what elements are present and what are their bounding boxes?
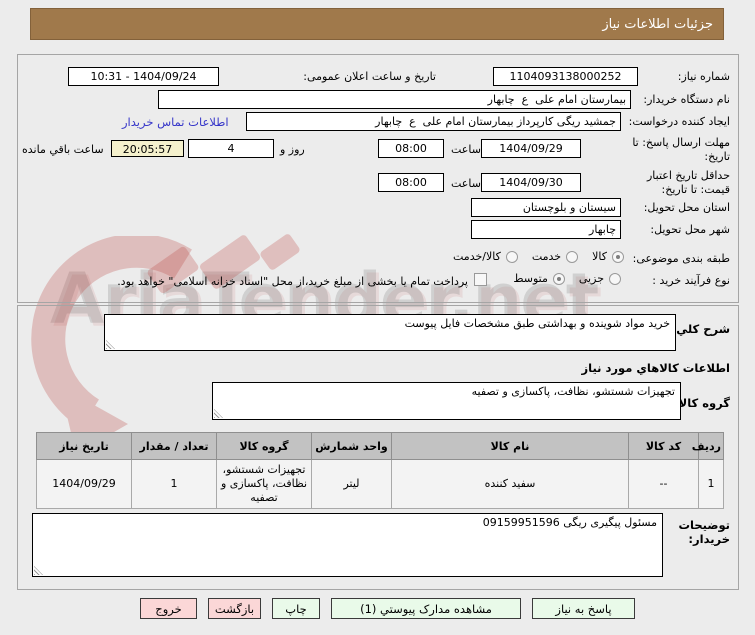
cell-goods-code: --: [628, 459, 699, 509]
respond-to-need-button[interactable]: پاسخ به نیاز: [532, 598, 635, 619]
goods-group-label: گروه کالا:: [674, 396, 730, 410]
reply-deadline-time-input[interactable]: [378, 139, 444, 158]
col-quantity: تعداد / مقدار: [131, 432, 217, 460]
col-goods-code: کد کالا: [628, 432, 699, 460]
announce-datetime-label: تاریخ و ساعت اعلان عمومی:: [303, 70, 436, 83]
back-button[interactable]: بازگشت: [208, 598, 261, 619]
subject-class-options: کالا خدمت کالا/خدمت: [453, 250, 624, 263]
radio-icon[interactable]: [552, 272, 565, 285]
radio-icon[interactable]: [612, 250, 624, 263]
page-title: جزئیات اطلاعات نیاز: [30, 8, 724, 40]
radio-label: متوسط: [513, 272, 548, 285]
buyer-org-label: نام دستگاه خریدار:: [643, 93, 730, 106]
reply-deadline-hour-label: ساعت: [451, 143, 481, 156]
province-input[interactable]: [471, 198, 621, 217]
col-goods-group: گروه کالا: [216, 432, 312, 460]
province-label: استان محل تحویل:: [643, 201, 730, 214]
radio-option-partial[interactable]: جزیی: [579, 272, 621, 285]
treasury-checkbox-label: پرداخت تمام یا بخشی از مبلغ خرید،از محل …: [117, 275, 468, 288]
cell-need-date: 1404/09/29: [36, 459, 132, 509]
announce-datetime-input[interactable]: [68, 67, 219, 86]
radio-icon[interactable]: [566, 250, 579, 263]
radio-label: کالا: [592, 250, 607, 263]
reply-deadline-date-input[interactable]: [481, 139, 581, 158]
radio-icon[interactable]: [505, 250, 518, 263]
request-creator-label: ایجاد کننده درخواست:: [628, 115, 730, 128]
col-count-unit: واحد شمارش: [311, 432, 392, 460]
reply-deadline-label: مهلت ارسال پاسخ: تا تاریخ:: [632, 136, 730, 163]
radio-label: کالا/خدمت: [453, 250, 501, 263]
radio-option-goods[interactable]: کالا: [592, 250, 624, 263]
radio-label: خدمت: [531, 250, 562, 263]
exit-button[interactable]: خروج: [140, 598, 197, 619]
request-creator-input[interactable]: [246, 112, 621, 131]
buyer-notes-textarea[interactable]: مسئول پیگیری ریگی 09159951596: [32, 513, 663, 577]
remaining-days-label: روز و: [280, 143, 305, 156]
cell-goods-group: تجهیزات شستشو، نظافت، پاکسازی و تصفیه: [216, 459, 312, 509]
need-info-groupbox: شماره نیاز: تاریخ و ساعت اعلان عمومی: نا…: [17, 54, 739, 303]
need-details-page: AriaTender.net جزئیات اطلاعات نیاز شماره…: [0, 0, 755, 635]
radio-label: جزیی: [578, 272, 604, 285]
remaining-hours-label: ساعت باقي مانده: [22, 143, 104, 156]
goods-group-textarea[interactable]: تجهیزات شستشو، نظافت، پاکسازی و تصفیه: [212, 382, 681, 420]
buyer-org-input[interactable]: [158, 90, 631, 109]
radio-option-service[interactable]: خدمت: [531, 250, 579, 263]
col-row-number: ردیف: [692, 432, 724, 460]
view-attachments-button[interactable]: مشاهده مدارک پیوستي (1): [331, 598, 521, 619]
cell-goods-name: سفید کننده: [391, 459, 629, 509]
col-need-date: تاریخ نیاز: [36, 432, 132, 460]
buyer-notes-field: مسئول پیگیری ریگی 09159951596: [32, 513, 663, 577]
goods-group-field: تجهیزات شستشو، نظافت، پاکسازی و تصفیه: [212, 382, 681, 420]
radio-option-medium[interactable]: متوسط: [513, 272, 565, 285]
goods-section-title: اطلاعات کالاهاي مورد نیاز: [581, 361, 730, 375]
city-label: شهر محل تحویل:: [650, 223, 730, 236]
action-button-bar: پاسخ به نیاز مشاهده مدارک پیوستي (1) چاپ…: [0, 598, 755, 619]
goods-info-groupbox: شرح کلي نیاز: خرید مواد شوینده و بهداشتی…: [17, 305, 739, 590]
general-desc-textarea[interactable]: خرید مواد شوینده و بهداشتی طبق مشخصات فا…: [104, 314, 676, 351]
radio-option-goods-service[interactable]: کالا/خدمت: [453, 250, 518, 263]
buyer-contact-link[interactable]: اطلاعات تماس خریدار: [122, 115, 229, 129]
price-validity-hour-label: ساعت: [451, 177, 481, 190]
general-desc-field: خرید مواد شوینده و بهداشتی طبق مشخصات فا…: [104, 314, 676, 351]
price-validity-time-input[interactable]: [378, 173, 444, 192]
goods-table-header-row: ردیف کد کالا نام کالا واحد شمارش گروه کا…: [36, 432, 724, 460]
process-type-label: نوع فرآیند خرید :: [652, 274, 730, 287]
print-button[interactable]: چاپ: [272, 598, 320, 619]
treasury-checkbox[interactable]: [474, 273, 487, 286]
buyer-notes-label: توضیحات خریدار:: [678, 518, 731, 546]
subject-class-label: طبقه بندی موضوعی:: [632, 252, 730, 265]
price-validity-date-input[interactable]: [481, 173, 581, 192]
cell-quantity: 1: [131, 459, 217, 509]
process-type-options: جزیی متوسط: [513, 272, 621, 285]
col-goods-name: نام کالا: [391, 432, 629, 460]
need-number-label: شماره نیاز:: [677, 70, 730, 83]
cell-row-number: 1: [698, 459, 724, 509]
goods-table: ردیف کد کالا نام کالا واحد شمارش گروه کا…: [36, 432, 724, 509]
remaining-days-input[interactable]: [188, 139, 274, 158]
price-validity-label: حداقل تاریخ اعتبار قیمت: تا تاریخ:: [646, 169, 730, 196]
need-number-input[interactable]: [493, 67, 638, 86]
cell-count-unit: لیتر: [311, 459, 392, 509]
table-row: 1 -- سفید کننده لیتر تجهیزات شستشو، نظاف…: [36, 459, 724, 509]
radio-icon[interactable]: [609, 272, 621, 285]
remaining-time-value: 20:05:57: [111, 140, 184, 157]
city-input[interactable]: [471, 220, 621, 239]
